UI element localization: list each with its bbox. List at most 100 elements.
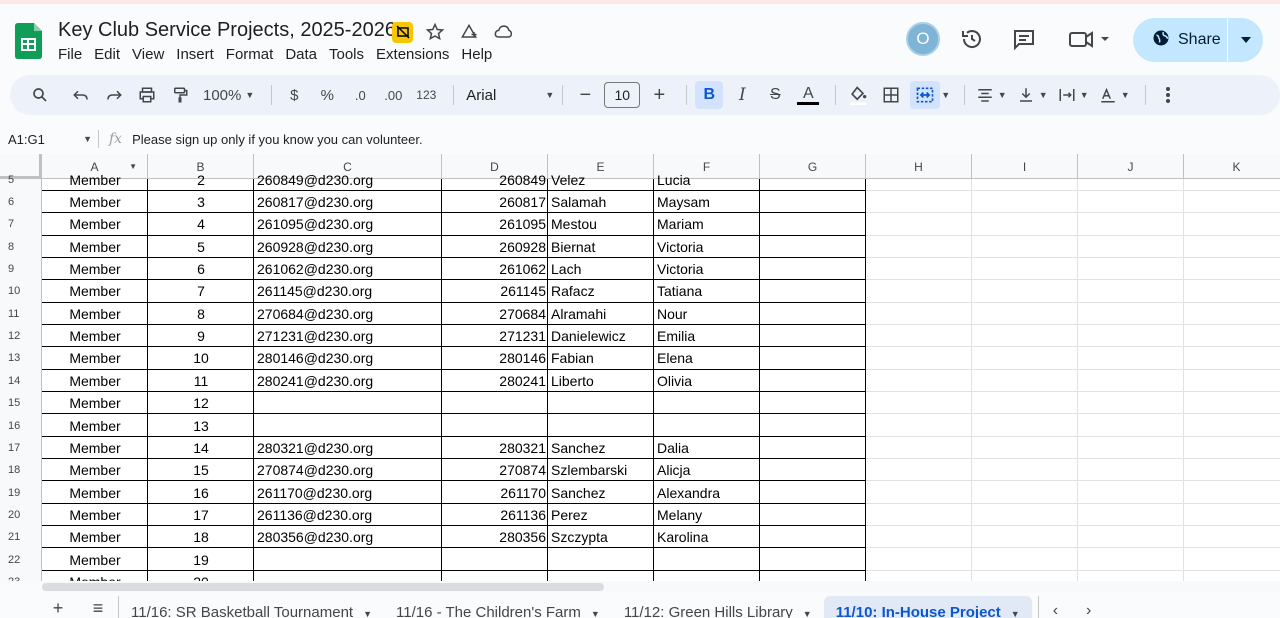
cell-email[interactable]: 261170@d230.org bbox=[254, 481, 442, 503]
cell-first-name[interactable]: Elena bbox=[654, 347, 760, 369]
cell-email[interactable]: 271231@d230.org bbox=[254, 325, 442, 347]
cell-email[interactable] bbox=[254, 392, 442, 414]
menu-file[interactable]: File bbox=[52, 44, 88, 65]
cell-last-name[interactable]: Lach bbox=[548, 258, 654, 280]
text-wrapping-icon[interactable]: ▼ bbox=[1055, 81, 1091, 109]
scrollbar-thumb[interactable] bbox=[42, 583, 604, 591]
cell-number[interactable]: 8 bbox=[148, 303, 254, 325]
cell-number[interactable]: 16 bbox=[148, 481, 254, 503]
row-header[interactable]: 15 bbox=[0, 392, 41, 414]
cell-email[interactable] bbox=[254, 548, 442, 570]
cell-last-name[interactable] bbox=[548, 548, 654, 570]
font-size-input[interactable]: 10 bbox=[604, 82, 641, 108]
column-header-k[interactable]: K bbox=[1184, 154, 1280, 179]
search-menus-icon[interactable] bbox=[26, 81, 54, 109]
cell-student-id[interactable]: 280146 bbox=[442, 347, 548, 369]
cell-student-id[interactable]: 270874 bbox=[442, 459, 548, 481]
share-options-chevron-icon[interactable] bbox=[1228, 37, 1263, 43]
cell-number[interactable]: 17 bbox=[148, 504, 254, 526]
row-header[interactable]: 14 bbox=[0, 370, 41, 392]
menu-format[interactable]: Format bbox=[220, 44, 280, 65]
cell-number[interactable]: 4 bbox=[148, 213, 254, 235]
scroll-tabs-left-icon[interactable]: ‹ bbox=[1037, 596, 1072, 618]
decrease-decimal-button[interactable]: .0 bbox=[346, 81, 374, 109]
cell-student-id[interactable]: 261095 bbox=[442, 213, 548, 235]
italic-button[interactable]: I bbox=[728, 81, 756, 109]
cell-role[interactable]: Member bbox=[42, 392, 148, 414]
cell-number[interactable]: 3 bbox=[148, 191, 254, 213]
sheets-logo-icon[interactable] bbox=[15, 23, 42, 59]
redo-icon[interactable] bbox=[100, 81, 128, 109]
cell-first-name[interactable]: Lucia bbox=[654, 169, 760, 191]
row-header[interactable]: 23 bbox=[0, 571, 41, 581]
sheet-tab[interactable]: 11/16 - The Children's Farm ▼ bbox=[384, 596, 612, 618]
cell-number[interactable]: 20 bbox=[148, 571, 254, 581]
row-header[interactable]: 10 bbox=[0, 280, 41, 302]
version-history-icon[interactable] bbox=[955, 22, 989, 56]
column-header-g[interactable]: G bbox=[760, 154, 866, 179]
cell-email[interactable]: 260928@d230.org bbox=[254, 236, 442, 258]
cell-email[interactable]: 280321@d230.org bbox=[254, 437, 442, 459]
offline-status-icon[interactable] bbox=[392, 21, 413, 43]
font-family-select[interactable]: Arial ▼ bbox=[462, 87, 554, 104]
sheet-tab-chevron-icon[interactable]: ▼ bbox=[591, 609, 600, 618]
increase-decimal-button[interactable]: .00 bbox=[379, 81, 407, 109]
share-button[interactable]: Share bbox=[1133, 18, 1263, 62]
print-icon[interactable] bbox=[133, 81, 161, 109]
cell-student-id[interactable]: 280241 bbox=[442, 370, 548, 392]
format-currency-button[interactable]: $ bbox=[280, 81, 308, 109]
star-icon[interactable] bbox=[423, 20, 447, 44]
cell-email[interactable]: 261145@d230.org bbox=[254, 280, 442, 302]
cell-first-name[interactable]: Alicja bbox=[654, 459, 760, 481]
cell-role[interactable]: Member bbox=[42, 347, 148, 369]
cell-number[interactable]: 10 bbox=[148, 347, 254, 369]
cell-role[interactable]: Member bbox=[42, 571, 148, 581]
cell-last-name[interactable]: Biernat bbox=[548, 236, 654, 258]
cell-email[interactable]: 260849@d230.org bbox=[254, 169, 442, 191]
vertical-align-icon[interactable]: ▼ bbox=[1014, 81, 1050, 109]
cell-email[interactable] bbox=[254, 571, 442, 581]
more-formats-button[interactable]: 123 bbox=[412, 81, 440, 109]
row-header[interactable]: 20 bbox=[0, 504, 41, 526]
cell-number[interactable]: 13 bbox=[148, 414, 254, 436]
row-header[interactable]: 19 bbox=[0, 481, 41, 503]
cell-role[interactable]: Member bbox=[42, 169, 148, 191]
sheet-tab-chevron-icon[interactable]: ▼ bbox=[363, 609, 372, 618]
cell-last-name[interactable]: Rafacz bbox=[548, 280, 654, 302]
cell-role[interactable]: Member bbox=[42, 526, 148, 548]
cell-role[interactable]: Member bbox=[42, 280, 148, 302]
sheet-tab[interactable]: 11/16: SR Basketball Tournament ▼ bbox=[118, 596, 384, 618]
move-to-folder-icon[interactable] bbox=[457, 20, 481, 44]
row-header[interactable]: 9 bbox=[0, 258, 41, 280]
scroll-tabs-right-icon[interactable]: › bbox=[1072, 596, 1105, 618]
row-header[interactable]: 11 bbox=[0, 303, 41, 325]
cell-number[interactable]: 9 bbox=[148, 325, 254, 347]
menu-insert[interactable]: Insert bbox=[170, 44, 220, 65]
cell-student-id[interactable] bbox=[442, 548, 548, 570]
column-header-j[interactable]: J bbox=[1078, 154, 1184, 179]
sheet-tab-chevron-icon[interactable]: ▼ bbox=[803, 609, 812, 618]
cell-number[interactable]: 11 bbox=[148, 370, 254, 392]
row-header[interactable]: 17 bbox=[0, 437, 41, 459]
cell-student-id[interactable] bbox=[442, 392, 548, 414]
cell-first-name[interactable]: Nour bbox=[654, 303, 760, 325]
cell-last-name[interactable]: Velez bbox=[548, 169, 654, 191]
fill-color-icon[interactable] bbox=[844, 81, 872, 109]
meet-video-icon[interactable] bbox=[1063, 22, 1113, 56]
cell-first-name[interactable]: Mariam bbox=[654, 213, 760, 235]
cell-email[interactable] bbox=[254, 414, 442, 436]
zoom-select[interactable]: 100% ▼ bbox=[199, 81, 258, 109]
cell-last-name[interactable]: Fabian bbox=[548, 347, 654, 369]
cell-first-name[interactable]: Alexandra bbox=[654, 481, 760, 503]
cell-student-id[interactable]: 271231 bbox=[442, 325, 548, 347]
cell-student-id[interactable]: 260817 bbox=[442, 191, 548, 213]
more-options-icon[interactable] bbox=[1154, 81, 1182, 109]
cell-last-name[interactable]: Liberto bbox=[548, 370, 654, 392]
cell-role[interactable]: Member bbox=[42, 303, 148, 325]
cell-last-name[interactable]: Szczypta bbox=[548, 526, 654, 548]
cell-student-id[interactable]: 261136 bbox=[442, 504, 548, 526]
cell-last-name[interactable]: Sanchez bbox=[548, 481, 654, 503]
cell-email[interactable]: 280146@d230.org bbox=[254, 347, 442, 369]
row-header[interactable]: 16 bbox=[0, 414, 41, 436]
cell-first-name[interactable] bbox=[654, 414, 760, 436]
